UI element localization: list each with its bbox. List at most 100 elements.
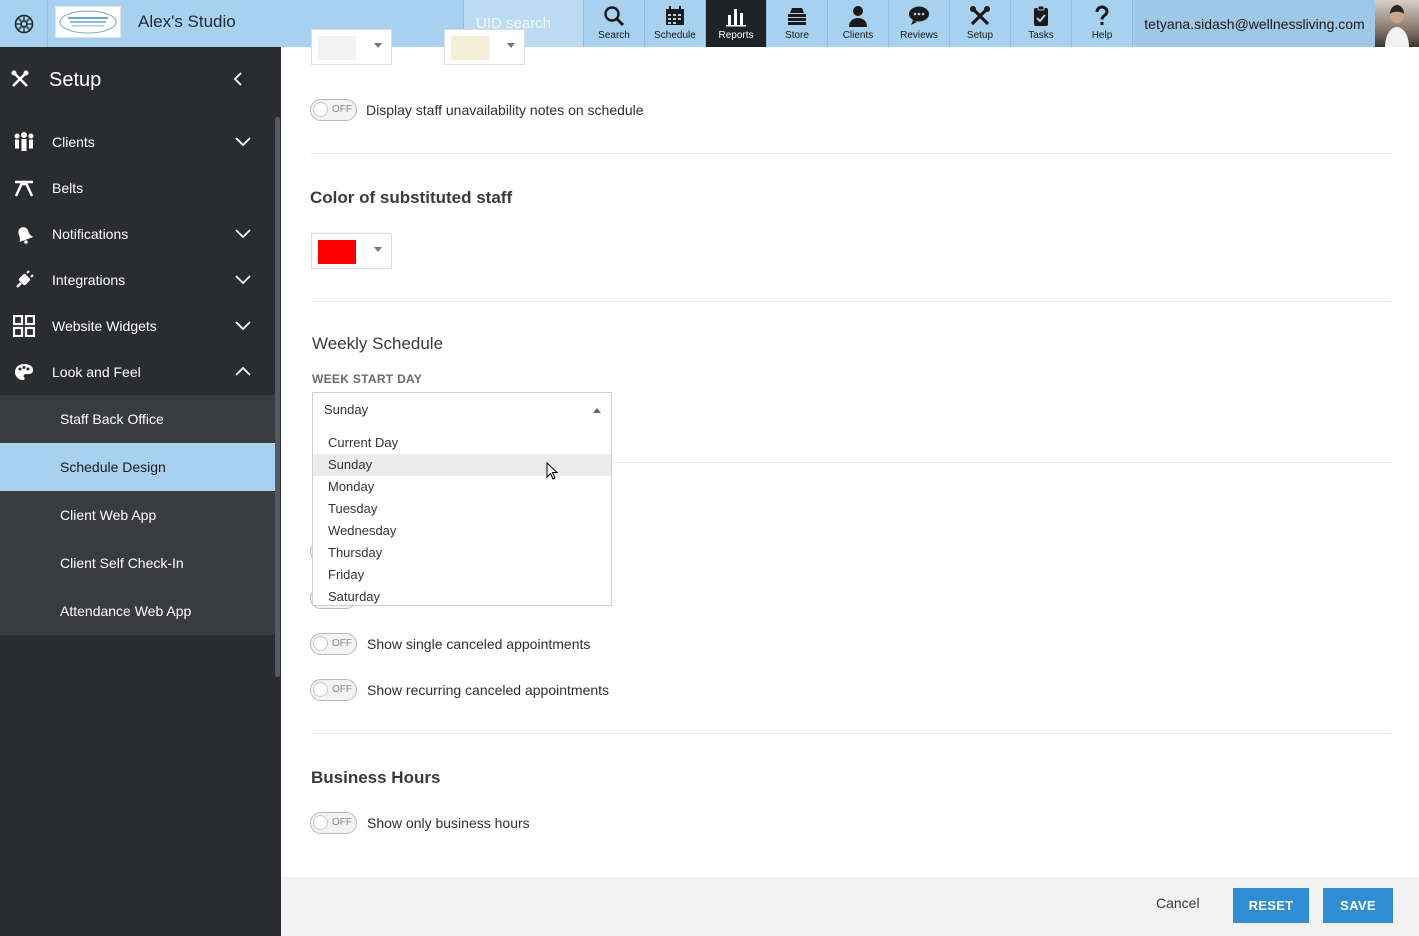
sidebar-item-look-and-feel[interactable]: Look and Feel	[0, 349, 275, 395]
belt-icon	[12, 177, 36, 199]
sidebar-item-label: Look and Feel	[52, 364, 141, 380]
nav-label: Help	[1091, 30, 1113, 41]
chevron-down-icon	[234, 318, 252, 336]
nav-search[interactable]: Search	[584, 0, 645, 47]
dropdown-option[interactable]: Tuesday	[313, 498, 611, 520]
nav-reports[interactable]: Reports	[706, 0, 767, 47]
sidebar-item-belts[interactable]: Belts	[0, 165, 275, 211]
main-nav: Search Schedule Reports Store Clients Re…	[584, 0, 1133, 47]
sidebar-item-label: Integrations	[52, 272, 126, 288]
plug-icon	[12, 269, 36, 291]
sidebar-item-label: Clients	[52, 134, 95, 150]
caret-down-icon	[374, 43, 382, 48]
tools-icon	[970, 6, 990, 26]
business-hours-toggle[interactable]: OFF	[310, 812, 357, 834]
unavailability-notes-toggle[interactable]: OFF	[310, 99, 357, 121]
sidebar-subitem-client-web-app[interactable]: Client Web App	[0, 491, 275, 539]
search-icon	[604, 6, 625, 27]
sidebar-item-website-widgets[interactable]: Website Widgets	[0, 303, 275, 349]
sidebar-subitem-attendance-web-app[interactable]: Attendance Web App	[0, 587, 275, 635]
nav-label: Schedule	[654, 30, 696, 41]
divider	[311, 153, 1391, 154]
recurring-canceled-label: Show recurring canceled appointments	[367, 682, 610, 698]
week-start-day-dropdown: Current Day Sunday Monday Tuesday Wednes…	[312, 428, 612, 606]
nav-setup[interactable]: Setup	[950, 0, 1011, 47]
divider	[311, 733, 1391, 734]
dropdown-option[interactable]: Current Day	[313, 432, 611, 454]
dropdown-option[interactable]: Thursday	[313, 542, 611, 564]
gear-icon	[14, 14, 33, 33]
color-picker-partial[interactable]	[311, 29, 392, 65]
dropdown-option[interactable]: Wednesday	[313, 520, 611, 542]
cancel-button[interactable]: Cancel	[1156, 895, 1200, 911]
nav-label: Tasks	[1028, 30, 1054, 41]
top-bar: Alex's Studio UID search Search Schedule…	[0, 0, 1419, 47]
question-icon	[1095, 5, 1109, 25]
substituted-staff-color-picker[interactable]	[311, 233, 392, 269]
chevron-down-icon	[234, 272, 252, 290]
dropdown-option[interactable]: Sunday	[313, 454, 611, 476]
sidebar-scrollbar[interactable]	[275, 117, 280, 677]
studio-logo[interactable]	[55, 6, 121, 38]
sidebar-item-clients[interactable]: Clients	[0, 119, 275, 165]
week-start-day-label: WEEK START DAY	[312, 372, 423, 386]
nav-label: Reports	[718, 30, 754, 41]
mouse-cursor-icon	[546, 462, 558, 480]
sidebar-subitem-client-self-check-in[interactable]: Client Self Check-In	[0, 539, 275, 587]
sidebar-subitem-staff-back-office[interactable]: Staff Back Office	[0, 395, 275, 443]
avatar[interactable]	[1375, 0, 1419, 47]
toggle-knob	[313, 815, 328, 830]
week-start-day-select[interactable]: Sunday	[312, 392, 612, 428]
divider	[612, 462, 1392, 463]
single-canceled-label: Show single canceled appointments	[367, 636, 591, 652]
store-icon	[788, 8, 806, 25]
nav-store[interactable]: Store	[767, 0, 828, 47]
tools-icon	[11, 70, 29, 93]
recurring-canceled-toggle[interactable]: OFF	[310, 679, 357, 701]
toggle-knob	[313, 682, 328, 697]
dropdown-option[interactable]: Monday	[313, 476, 611, 498]
sidebar-item-notifications[interactable]: Notifications	[0, 211, 275, 257]
caret-down-icon	[507, 43, 515, 48]
color-picker-partial[interactable]	[444, 29, 525, 65]
nav-schedule[interactable]: Schedule	[645, 0, 706, 47]
reset-button[interactable]: RESET	[1233, 888, 1309, 923]
person-icon	[849, 6, 867, 27]
business-hours-title: Business Hours	[311, 768, 441, 787]
sidebar-subitem-schedule-design[interactable]: Schedule Design	[0, 443, 275, 491]
studio-name[interactable]: Alex's Studio	[138, 12, 236, 32]
nav-reviews[interactable]: Reviews	[889, 0, 950, 47]
toggle-state: OFF	[332, 684, 352, 695]
footer-actions: Cancel RESET SAVE	[281, 877, 1419, 936]
user-email[interactable]: tetyana.sidash@wellnessliving.com	[1134, 0, 1375, 47]
sidebar-subitem-label: Client Web App	[60, 507, 157, 523]
palette-icon	[12, 361, 36, 383]
color-swatch	[318, 36, 356, 60]
single-canceled-toggle[interactable]: OFF	[310, 633, 357, 655]
bell-icon	[12, 223, 36, 245]
logo-image	[59, 10, 117, 34]
collapse-sidebar-button[interactable]	[232, 71, 244, 92]
sidebar-item-label: Belts	[52, 180, 84, 196]
nav-clients[interactable]: Clients	[828, 0, 889, 47]
grid-icon	[12, 315, 36, 337]
app-menu-button[interactable]	[0, 0, 48, 47]
color-swatch	[451, 36, 489, 60]
selected-value: Sunday	[324, 402, 369, 417]
sidebar-header: Setup	[0, 47, 275, 115]
toggle-state: OFF	[332, 817, 352, 828]
nav-label: Store	[785, 30, 809, 41]
nav-label: Reviews	[900, 30, 938, 41]
dropdown-option[interactable]: Saturday	[313, 586, 611, 608]
nav-help[interactable]: Help	[1072, 0, 1133, 47]
nav-label: Setup	[966, 30, 994, 41]
chevron-down-icon	[234, 226, 252, 244]
save-button[interactable]: SAVE	[1323, 888, 1393, 923]
sidebar-subitem-label: Staff Back Office	[60, 411, 164, 427]
toggle-knob	[313, 102, 328, 117]
nav-tasks[interactable]: Tasks	[1011, 0, 1072, 47]
settings-content: OFF Display staff unavailability notes o…	[281, 29, 1419, 877]
sidebar: Setup Clients Belts Notifications Integr…	[0, 47, 281, 936]
sidebar-item-integrations[interactable]: Integrations	[0, 257, 275, 303]
dropdown-option[interactable]: Friday	[313, 564, 611, 586]
